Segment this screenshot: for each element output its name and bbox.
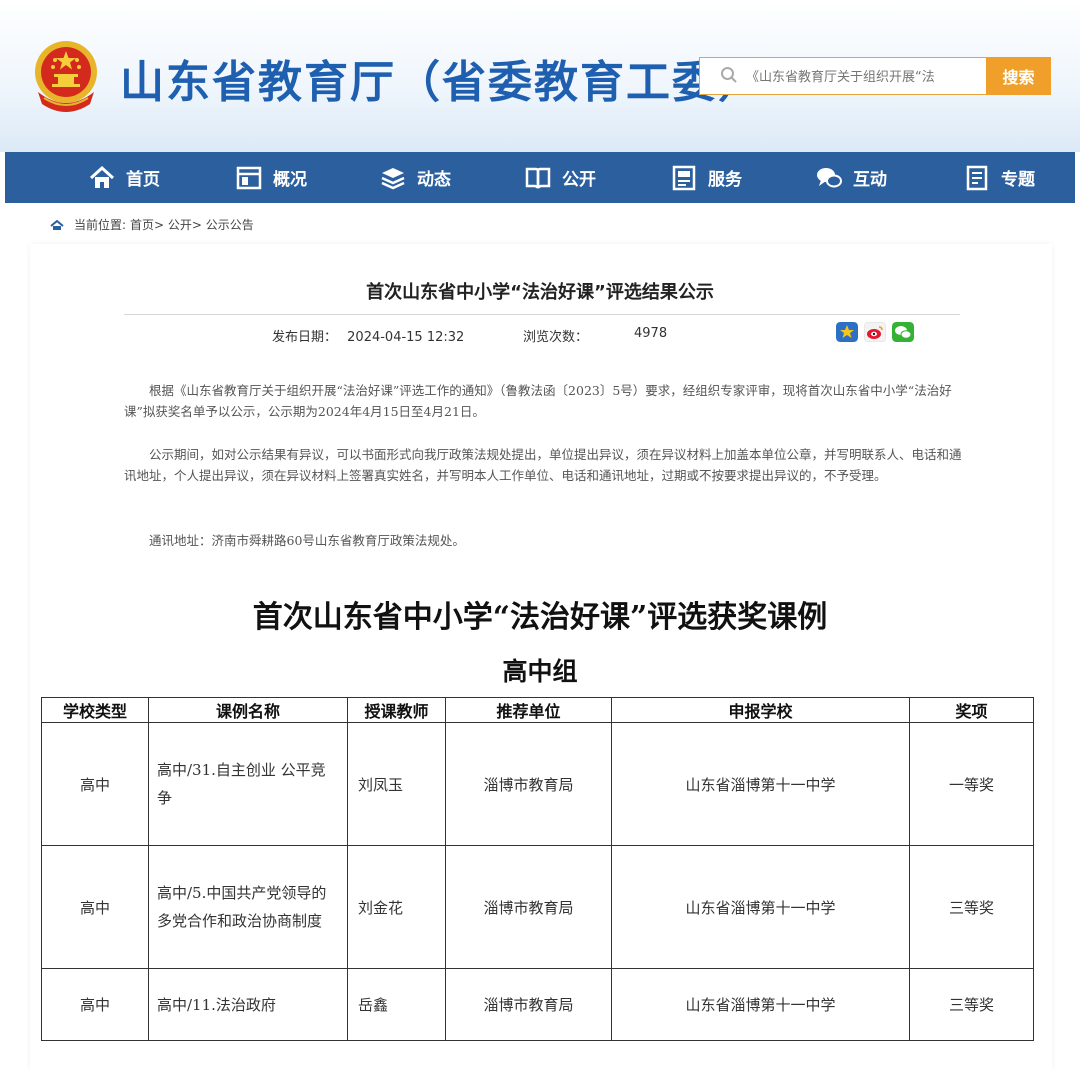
main-nav: 首页 概况 动态 公开 服务 互动 专题 xyxy=(5,152,1075,203)
column-header: 授课教师 xyxy=(347,697,446,723)
table-row: 高中 高中/5.中国共产党领导的多党合作和政治协商制度 刘金花 淄博市教育局 山… xyxy=(41,845,1034,969)
national-emblem-icon[interactable] xyxy=(30,38,102,114)
body-paragraph: 根据《山东省教育厅关于组织开展“法治好课”评选工作的通知》（鲁教法函〔2023〕… xyxy=(124,383,952,419)
column-header: 课例名称 xyxy=(148,697,348,723)
nav-item-home[interactable]: 首页 xyxy=(88,152,160,203)
nav-item-news[interactable]: 动态 xyxy=(379,152,451,203)
breadcrumb-prefix: 当前位置: xyxy=(74,218,127,232)
nav-item-label: 公开 xyxy=(562,170,596,190)
cell-award: 一等奖 xyxy=(909,722,1034,846)
search-icon xyxy=(721,67,737,83)
book-icon xyxy=(525,167,551,189)
column-header: 申报学校 xyxy=(611,697,910,723)
search-button[interactable]: 搜索 xyxy=(986,57,1051,95)
views-label: 浏览次数： xyxy=(523,330,589,345)
nav-item-label: 互动 xyxy=(853,170,887,190)
title-divider xyxy=(124,314,960,315)
publish-date: 发布日期： 2024-04-15 12:32 xyxy=(272,326,464,345)
view-count: 浏览次数： xyxy=(523,326,588,345)
body-paragraph: 通讯地址：济南市舜耕路60号山东省教育厅政策法规处。 xyxy=(149,533,465,548)
cell-school-type: 高中 xyxy=(41,968,149,1041)
stack-icon xyxy=(381,167,405,189)
nav-item-label: 概况 xyxy=(273,170,307,190)
awards-table: 学校类型 课例名称 授课教师 推荐单位 申报学校 奖项 高中 高中/31.自主创… xyxy=(41,697,1034,1041)
cell-recommending-unit: 淄博市教育局 xyxy=(445,722,612,846)
nav-item-service[interactable]: 服务 xyxy=(670,152,742,203)
cell-teacher: 刘凤玉 xyxy=(347,722,446,846)
cell-lesson-name: 高中/11.法治政府 xyxy=(148,968,348,1041)
body-paragraph: 公示期间，如对公示结果有异议，可以书面形式向我厅政策法规处提出，单位提出异议，须… xyxy=(124,447,962,483)
nav-item-public[interactable]: 公开 xyxy=(524,152,596,203)
cell-recommending-unit: 淄博市教育局 xyxy=(445,968,612,1041)
column-header: 学校类型 xyxy=(41,697,149,723)
service-icon xyxy=(672,165,696,190)
cell-award: 三等奖 xyxy=(909,968,1034,1041)
article-title: 首次山东省中小学“法治好课”评选结果公示 xyxy=(366,282,714,303)
cell-school: 山东省淄博第十一中学 xyxy=(611,722,910,846)
cell-school-type: 高中 xyxy=(41,845,149,969)
nav-item-label: 动态 xyxy=(417,170,451,190)
nav-item-label: 首页 xyxy=(126,170,160,190)
date-label: 发布日期： xyxy=(272,330,338,345)
cell-award: 三等奖 xyxy=(909,845,1034,969)
nav-item-label: 专题 xyxy=(1001,170,1035,190)
column-header: 推荐单位 xyxy=(445,697,612,723)
cell-lesson-name: 高中/31.自主创业 公平竞争 xyxy=(148,722,348,846)
weibo-icon[interactable] xyxy=(864,322,886,342)
home-small-icon xyxy=(50,219,64,230)
cell-school: 山东省淄博第十一中学 xyxy=(611,968,910,1041)
cell-lesson-name: 高中/5.中国共产党领导的多党合作和政治协商制度 xyxy=(148,845,348,969)
nav-item-overview[interactable]: 概况 xyxy=(235,152,307,203)
home-icon xyxy=(89,165,115,188)
cell-school-type: 高中 xyxy=(41,722,149,846)
window-icon xyxy=(236,166,262,189)
wechat-icon[interactable] xyxy=(892,322,914,342)
date-value: 2024-04-15 12:32 xyxy=(347,330,465,345)
nav-item-label: 服务 xyxy=(708,170,742,190)
column-header: 奖项 xyxy=(909,697,1034,723)
table-row: 高中 高中/11.法治政府 岳鑫 淄博市教育局 山东省淄博第十一中学 三等奖 xyxy=(41,968,1034,1041)
search-input[interactable] xyxy=(744,59,984,95)
document-icon xyxy=(966,165,988,190)
cell-teacher: 岳鑫 xyxy=(347,968,446,1041)
cell-teacher: 刘金花 xyxy=(347,845,446,969)
nav-item-interact[interactable]: 互动 xyxy=(815,152,887,203)
breadcrumb: 当前位置: 首页> 公开> 公示公告 xyxy=(50,216,254,233)
chat-icon xyxy=(817,167,842,187)
nav-item-topics[interactable]: 专题 xyxy=(963,152,1035,203)
table-row: 高中 高中/31.自主创业 公平竞争 刘凤玉 淄博市教育局 山东省淄博第十一中学… xyxy=(41,722,1034,846)
awards-group-title: 高中组 xyxy=(502,657,578,686)
views-value: 4978 xyxy=(634,326,668,341)
awards-title: 首次山东省中小学“法治好课”评选获奖课例 xyxy=(252,600,828,635)
table-header-row: 学校类型 课例名称 授课教师 推荐单位 申报学校 奖项 xyxy=(41,697,1034,723)
cell-recommending-unit: 淄博市教育局 xyxy=(445,845,612,969)
breadcrumb-path[interactable]: 首页> 公开> 公示公告 xyxy=(130,216,254,233)
favorite-icon[interactable] xyxy=(836,322,858,342)
site-title[interactable]: 山东省教育厅（省委教育工委） xyxy=(120,46,764,110)
cell-school: 山东省淄博第十一中学 xyxy=(611,845,910,969)
